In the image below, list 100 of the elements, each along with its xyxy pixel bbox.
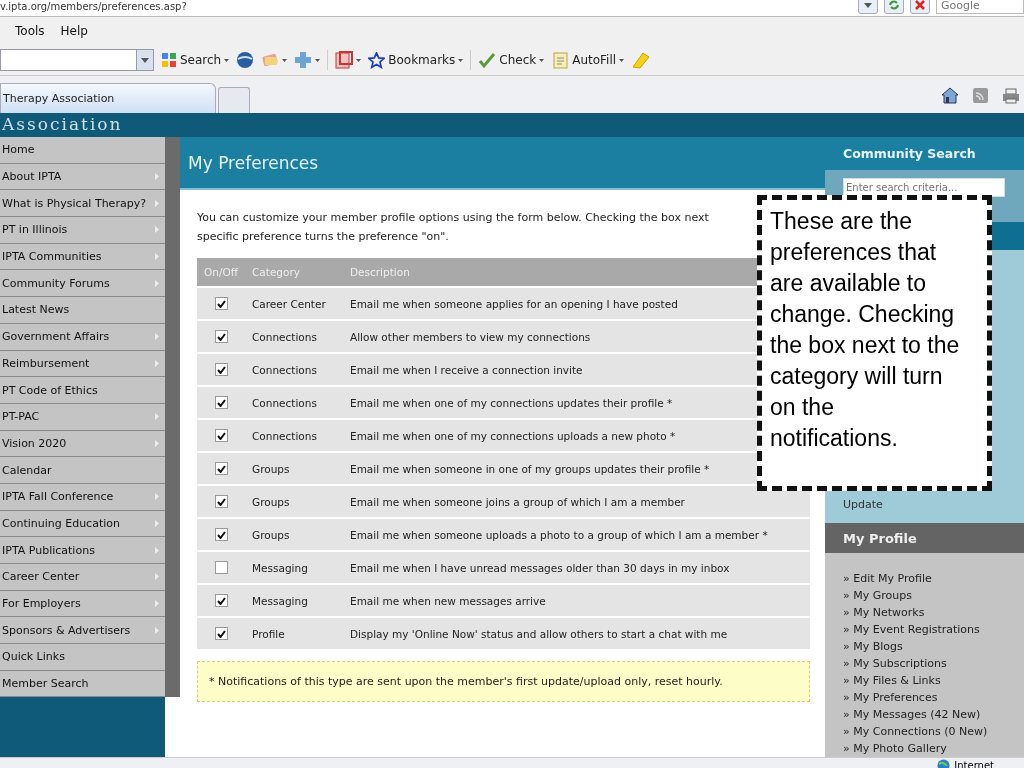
nav-item[interactable]: Community Forums <box>0 270 165 298</box>
caret-icon <box>224 58 230 62</box>
checkbox[interactable] <box>214 396 228 410</box>
nav-item[interactable]: Continuing Education <box>0 510 165 538</box>
stop-button[interactable] <box>910 0 930 14</box>
callout-note: These are the preferences that are available to change. Checking the box next to the category will turn on the notifications. <box>757 195 992 491</box>
profile-link[interactable]: » My Groups <box>843 587 1024 604</box>
sidebar-heading: My Profile <box>825 523 1024 553</box>
sidebar-heading: Community Search <box>842 145 977 163</box>
address-url[interactable]: v.ipta.org/members/preferences.asp? <box>0 1 187 13</box>
nav-item[interactable]: Reimbursement <box>0 350 165 378</box>
menu-item[interactable]: Help <box>60 24 88 38</box>
page-title: My Preferences <box>180 137 825 190</box>
site-logo-text: Association <box>2 114 123 134</box>
category-cell: Messaging <box>245 584 343 617</box>
nav-item[interactable]: Vision 2020 <box>0 430 165 458</box>
nav-item[interactable]: What is Physical Therapy? <box>0 190 165 218</box>
nav-item[interactable]: IPTA Communities <box>0 243 165 271</box>
profile-link[interactable]: » Edit My Profile <box>843 570 1024 587</box>
checkbox[interactable] <box>214 429 228 443</box>
nav-item[interactable]: About IPTA <box>0 163 165 191</box>
category-cell: Profile <box>245 617 343 649</box>
checkbox[interactable] <box>214 627 228 641</box>
checkbox[interactable] <box>214 462 228 476</box>
category-cell: Messaging <box>245 551 343 584</box>
category-cell: Groups <box>245 485 343 518</box>
update-link[interactable]: Update <box>843 498 883 511</box>
toolbar-button[interactable]: Check <box>478 51 545 69</box>
profile-link[interactable]: » My Event Registrations <box>843 621 1024 638</box>
toolbar-icon-button[interactable] <box>294 51 321 69</box>
caret-icon <box>282 58 288 62</box>
category-cell: Groups <box>245 518 343 551</box>
caret-icon <box>315 58 321 62</box>
profile-link[interactable]: » My Networks <box>843 604 1024 621</box>
caret-icon <box>141 57 149 63</box>
star-icon <box>368 51 386 69</box>
nav-item[interactable]: PT-PAC <box>0 403 165 431</box>
description-cell: Email me when someone uploads a photo to a group of which I am a member * <box>343 518 810 551</box>
print-icon[interactable] <box>1002 87 1020 104</box>
column-header: On/Off <box>197 258 245 287</box>
checkbox[interactable] <box>214 528 228 542</box>
description-cell: Email me when new messages arrive <box>343 584 810 617</box>
document-icon[interactable] <box>335 51 354 69</box>
notepad-icon <box>551 51 570 69</box>
toolbar-button[interactable]: Search <box>161 52 230 68</box>
checkbox[interactable] <box>214 363 228 377</box>
dropdown-button[interactable] <box>858 0 878 14</box>
nav-item[interactable]: Home <box>0 137 165 164</box>
nav-item[interactable]: Government Affairs <box>0 323 165 351</box>
category-cell: Connections <box>245 386 343 419</box>
search-icon <box>161 52 177 68</box>
category-cell: Connections <box>245 353 343 386</box>
nav-item[interactable]: Quick Links <box>0 644 165 671</box>
profile-link[interactable]: » My Blogs <box>843 638 1024 655</box>
menu-item[interactable]: Tools <box>15 24 45 38</box>
profile-link[interactable]: » My Files & Links <box>843 672 1024 689</box>
caret-icon <box>619 58 625 62</box>
nav-item[interactable]: PT Code of Ethics <box>0 377 165 404</box>
toolbar-button[interactable]: Bookmarks <box>368 51 464 69</box>
checkbox[interactable] <box>214 495 228 509</box>
community-search-field[interactable]: Enter search criteria... <box>843 178 1005 197</box>
globe-icon[interactable] <box>236 51 255 69</box>
toolbar-button[interactable]: AutoFill <box>551 51 625 69</box>
nav-item[interactable]: PT in Illinois <box>0 217 165 244</box>
nav-item[interactable]: IPTA Publications <box>0 537 165 564</box>
profile-link[interactable]: » My Connections (0 New) <box>843 723 1024 740</box>
checkbox[interactable] <box>214 330 228 344</box>
nav-item[interactable]: IPTA Fall Conference <box>0 483 165 511</box>
checkbox[interactable] <box>214 561 228 575</box>
refresh-button[interactable] <box>884 0 904 14</box>
category-cell: Connections <box>245 320 343 353</box>
description-cell: Email me when I have unread messages older than 30 days in my inbox <box>343 551 810 584</box>
caret-icon <box>356 58 362 62</box>
profile-link[interactable]: » My Messages (42 New) <box>843 706 1024 723</box>
browser-tab[interactable]: Therapy Association <box>0 83 216 113</box>
nav-item[interactable]: Latest News <box>0 297 165 324</box>
profile-link[interactable]: » My Subscriptions <box>843 655 1024 672</box>
toolbar-icon-button[interactable] <box>335 51 362 69</box>
intro-text: You can customize your member profile options using the form below. Checking the box next specific preference turns the preference "on". <box>197 210 709 245</box>
plus-icon[interactable] <box>294 51 313 69</box>
caret-icon <box>864 2 872 8</box>
description-cell: Display my 'Online Now' status and allow others to start a chat with me <box>343 617 810 649</box>
footnote-text: * Notifications of this type are sent upon the member's first update/upload only, reset hourly. <box>197 661 810 702</box>
nav-item[interactable]: Career Center <box>0 564 165 591</box>
spellcheck-icon <box>478 51 497 69</box>
search-field[interactable]: Google <box>936 0 1024 14</box>
checkbox[interactable] <box>214 594 228 608</box>
nav-item[interactable]: Sponsors & Advertisers <box>0 617 165 645</box>
nav-item[interactable]: Member Search <box>0 670 165 698</box>
profile-link[interactable]: » My Preferences <box>843 689 1024 706</box>
caret-icon <box>539 58 545 62</box>
home-icon[interactable] <box>941 87 959 104</box>
category-cell: Connections <box>245 419 343 452</box>
checkbox[interactable] <box>214 297 228 311</box>
category-cell: Career Center <box>245 287 343 320</box>
nav-item[interactable]: For Employers <box>0 590 165 618</box>
toolbar-search-field[interactable] <box>0 49 154 71</box>
nav-item[interactable]: Calendar <box>0 457 165 484</box>
caret-icon <box>458 58 464 62</box>
profile-link[interactable]: » My Photo Gallery <box>843 740 1024 757</box>
